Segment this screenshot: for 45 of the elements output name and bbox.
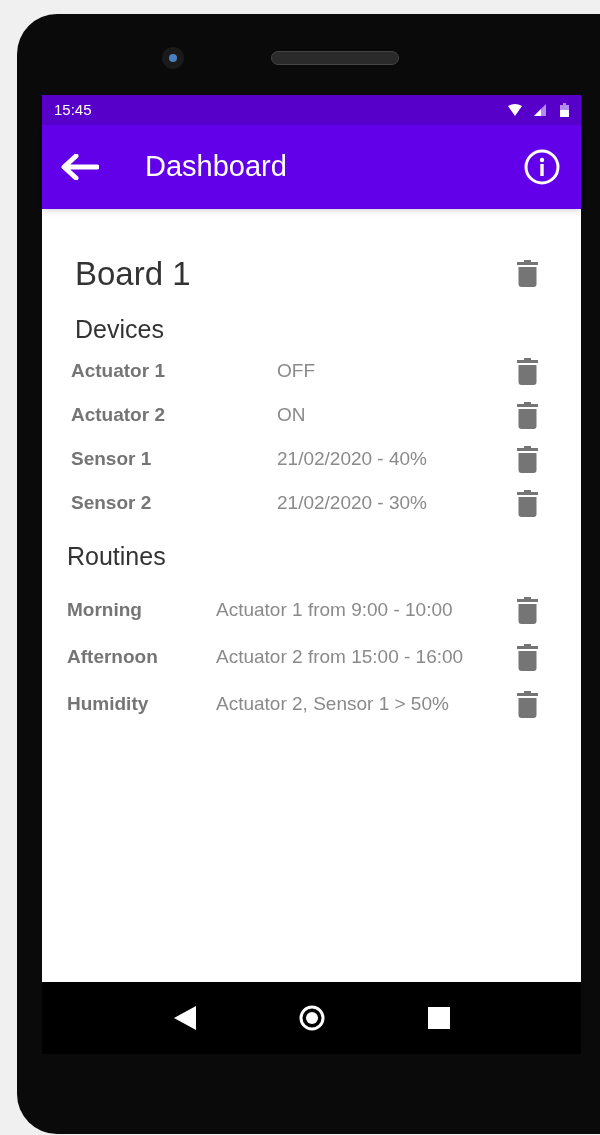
- device-value: OFF: [277, 358, 316, 383]
- delete-button[interactable]: [516, 596, 538, 625]
- camera-icon: [162, 47, 184, 69]
- section-heading: Devices: [74, 313, 165, 345]
- trash-icon: [516, 260, 538, 288]
- trash-icon: [516, 691, 538, 718]
- delete-button[interactable]: [516, 643, 538, 672]
- trash-icon: [516, 489, 538, 517]
- delete-button[interactable]: [516, 690, 538, 719]
- delete-button[interactable]: [516, 445, 538, 473]
- device-name: Actuator 1: [71, 358, 166, 383]
- recents-icon[interactable]: [427, 1007, 450, 1029]
- routine-name: Afternoon: [67, 645, 159, 670]
- delete-button[interactable]: [516, 401, 538, 429]
- routine-name: Humidity: [67, 692, 150, 717]
- battery-icon: [560, 103, 569, 117]
- delete-button[interactable]: [516, 259, 538, 288]
- delete-button[interactable]: [516, 357, 538, 385]
- device-value: 21/02/2020 - 40%: [277, 446, 428, 471]
- delete-button[interactable]: [516, 489, 538, 517]
- trash-icon: [516, 445, 538, 473]
- section-heading: Routines: [66, 541, 167, 572]
- routine-name: Morning: [67, 598, 143, 623]
- routine-description: Actuator 2 from 15:00 - 16:00: [216, 645, 465, 670]
- board-title: Board 1: [75, 254, 191, 294]
- device-name: Actuator 2: [71, 402, 166, 427]
- device-value: 21/02/2020 - 30%: [277, 490, 428, 515]
- info-icon: [524, 149, 560, 185]
- info-button[interactable]: [523, 148, 561, 186]
- signal-icon: [534, 104, 546, 116]
- trash-icon: [516, 401, 538, 429]
- back-icon[interactable]: [173, 1006, 196, 1030]
- back-arrow-icon: [61, 154, 99, 180]
- device-name: Sensor 2: [71, 490, 153, 515]
- trash-icon: [516, 597, 538, 624]
- wifi-icon: [508, 104, 522, 116]
- device-name: Sensor 1: [71, 446, 153, 471]
- device-value: ON: [277, 402, 307, 427]
- trash-icon: [516, 644, 538, 671]
- app-title: Dashboard: [145, 149, 287, 185]
- home-icon[interactable]: [298, 1005, 325, 1031]
- routine-description: Actuator 1 from 9:00 - 10:00: [216, 598, 454, 623]
- routine-description: Actuator 2, Sensor 1 > 50%: [216, 692, 450, 717]
- status-time: 15:45: [54, 99, 92, 120]
- trash-icon: [516, 357, 538, 385]
